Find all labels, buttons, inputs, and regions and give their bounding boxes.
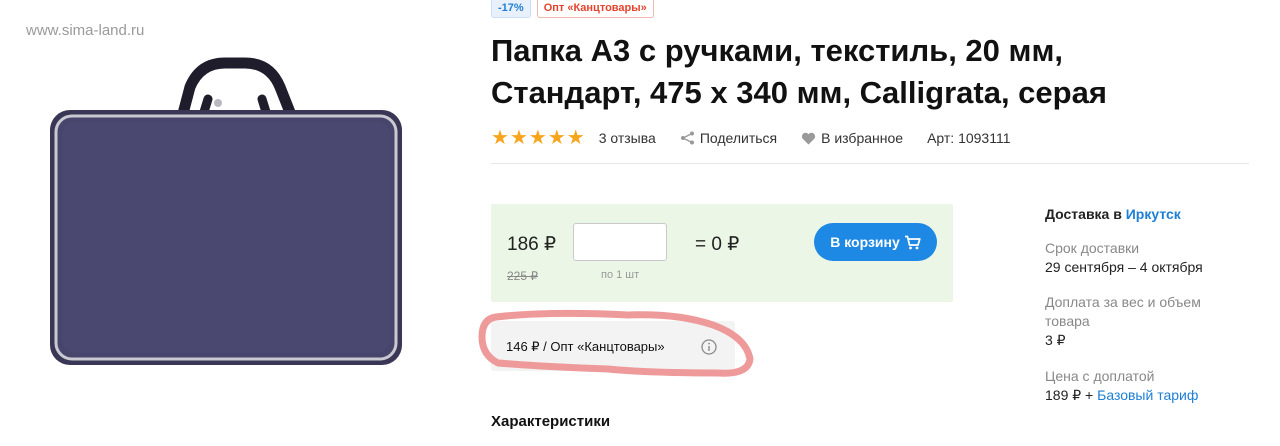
share-button[interactable]: Поделиться — [680, 130, 777, 146]
star-icon: ★ — [509, 127, 528, 149]
share-label: Поделиться — [699, 130, 778, 146]
favorite-label: В избранное — [821, 130, 904, 146]
discount-badge: -17% — [491, 0, 531, 18]
share-icon — [680, 131, 694, 145]
cart-icon — [904, 235, 921, 249]
watermark: www.sima-land.ru — [26, 22, 145, 39]
heart-icon — [801, 132, 816, 144]
reviews-link[interactable]: 3 отзыва — [599, 130, 656, 146]
tariff-link[interactable]: Базовый тариф — [1097, 387, 1198, 403]
add-to-cart-label: В корзину — [830, 234, 900, 250]
divider — [491, 163, 1249, 164]
rating-stars[interactable]: ★ ★ ★ ★ ★ — [491, 128, 585, 148]
price-with-surcharge-label: Цена с доплатой — [1045, 368, 1155, 384]
delivery-title-prefix: Доставка в — [1045, 206, 1122, 222]
star-icon: ★ — [491, 127, 509, 149]
old-price: 225 ₽ — [507, 269, 538, 283]
star-icon: ★ — [566, 127, 585, 149]
product-image[interactable] — [40, 55, 420, 375]
total-price: = 0 ₽ — [695, 234, 740, 255]
delivery-city-link[interactable]: Иркутск — [1126, 206, 1181, 222]
surcharge-label: Доплата за вес и объем товара — [1045, 294, 1201, 329]
delivery-term-label: Срок доставки — [1045, 240, 1140, 256]
delivery-title: Доставка в Иркутск — [1045, 205, 1270, 224]
wholesale-badge[interactable]: Опт «Канцтовары» — [536, 0, 654, 18]
current-price: 186 ₽ — [507, 234, 557, 255]
characteristics-heading: Характеристики — [491, 413, 611, 430]
highlight-marker — [478, 309, 754, 377]
star-icon: ★ — [547, 127, 566, 149]
quantity-input[interactable] — [573, 223, 667, 261]
delivery-term-value: 29 сентября – 4 октября — [1045, 259, 1203, 275]
article-number: Арт: 1093111 — [927, 130, 1011, 146]
product-meta-row: ★ ★ ★ ★ ★ 3 отзыва Поделиться В избранно… — [491, 128, 1011, 148]
product-badges: -17% Опт «Канцтовары» — [491, 0, 654, 18]
product-title: Папка А3 с ручками, текстиль, 20 мм, Ста… — [491, 33, 1107, 110]
price-with-surcharge-row: 189 ₽ + Базовый тариф — [1045, 386, 1270, 405]
star-icon: ★ — [528, 127, 547, 149]
quantity-caption: по 1 шт — [601, 269, 640, 281]
add-to-cart-button[interactable]: В корзину — [814, 223, 937, 261]
price-box: 186 ₽ 225 ₽ по 1 шт = 0 ₽ В корзину — [491, 204, 953, 302]
price-with-surcharge-value: 189 ₽ + — [1045, 387, 1094, 403]
surcharge-value: 3 ₽ — [1045, 332, 1066, 348]
favorite-button[interactable]: В избранное — [801, 130, 903, 146]
